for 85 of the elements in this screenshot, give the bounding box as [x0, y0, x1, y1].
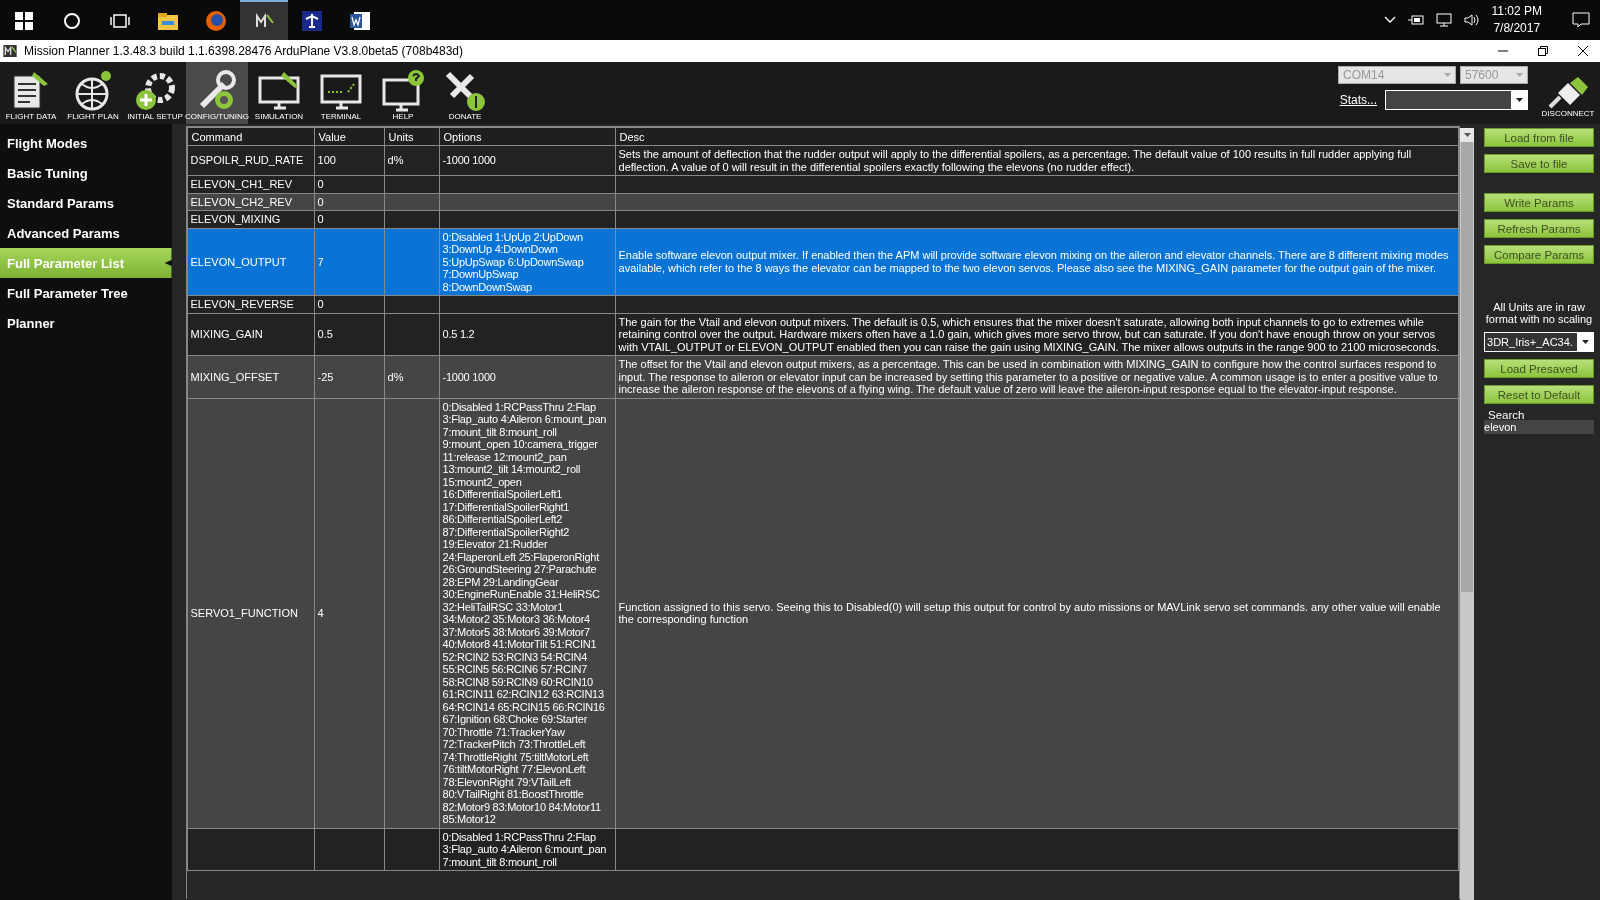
taskbar-app[interactable] — [240, 0, 288, 40]
table-cell: d% — [384, 355, 440, 398]
restore-icon[interactable] — [1538, 46, 1548, 56]
clock-date: 7/8/2017 — [1493, 20, 1541, 37]
toolbar-button[interactable]: HELP — [372, 62, 434, 124]
toolbar-button[interactable]: FLIGHT PLAN — [62, 62, 124, 124]
column-header[interactable]: Desc — [615, 127, 1459, 146]
table-cell: 0.5 1.2 — [439, 313, 616, 356]
panel-button[interactable]: Load from file — [1484, 128, 1594, 147]
sidebar-item[interactable]: Full Parameter Tree — [0, 278, 172, 308]
sidebar-item[interactable]: Basic Tuning — [0, 158, 172, 188]
document-icon — [348, 9, 372, 33]
search-icon[interactable] — [63, 12, 81, 30]
table-cell — [384, 228, 440, 296]
table-cell: SERVO1_FUNCTION — [187, 398, 315, 828]
table-cell: The gain for the Vtail and elevon output mixers. The default is 0.5, which ensures that the mixer doesn't saturate, allowing both input channels to go to extremes while retaining control over the output. Hardware mixers often have a 1.0 gain, which gives more servo throw, but can saturate. If you don't have enough throw on your servos with VTAIL_OUTPUT or ELEVON_OUTPUT enabled then you can raise the gain using MIXING_GAIN. The mixer allows outputs in the range 900 to 2100 microseconds. — [615, 313, 1459, 356]
toolbar-button[interactable]: CONFIG/TUNING — [186, 62, 248, 124]
units-note: All Units are in raw format with no scaling — [1484, 301, 1594, 325]
column-header[interactable]: Value — [314, 127, 385, 146]
table-cell: 0:Disabled 1:UpUp 2:UpDown 3:DownUp 4:DownDown 5:UpUpSwap 6:UpDownSwap 7:DownUpSwap 8:DownDownSwap — [439, 228, 616, 296]
window-title: Mission Planner 1.3.48.3 build 1.1.6398.28476 ArduPlane V3.8.0beta5 (708b483d) — [24, 44, 463, 58]
volume-icon[interactable] — [1463, 13, 1480, 27]
disconnect-button[interactable]: DISCONNECT — [1536, 62, 1600, 124]
table-cell: Enable software elevon output mixer. If enabled then the APM will provide software elevon mixing on the aileron and elevator channels. There are 8 different mixing modes available, which refer to the 8 ways the elevator can be mapped to the two elevon servos. Please also see the MIXING_GAIN parameter for the output gain of the mixer. — [615, 228, 1459, 296]
toolbar-button[interactable]: INITIAL SETUP — [124, 62, 186, 124]
table-cell: -1000 1000 — [439, 355, 616, 398]
toolbar-button[interactable]: TERMINAL — [310, 62, 372, 124]
table-cell: MIXING_GAIN — [187, 313, 315, 356]
table-cell: DSPOILR_RUD_RATE — [187, 145, 315, 176]
column-header[interactable]: Options — [439, 127, 616, 146]
app-logo-icon — [2, 43, 18, 59]
table-cell: 4 — [314, 398, 385, 828]
toolbar-button[interactable]: FLIGHT DATA — [0, 62, 62, 124]
search-label: Search — [1487, 409, 1526, 421]
caret-icon — [1463, 133, 1471, 137]
toolbar-button[interactable]: DONATE — [434, 62, 496, 124]
chevron-icon[interactable] — [1383, 16, 1396, 24]
table-cell: 7 — [314, 228, 385, 296]
panel-button[interactable]: Compare Params — [1484, 245, 1594, 264]
table-cell: d% — [384, 145, 440, 176]
table-cell — [384, 828, 440, 871]
plug-icon — [1546, 75, 1590, 109]
table-cell: Sets the amount of deflection that the rudder output will apply to the differential spoilers, as a percentage. The default value of 100 results in full rudder applying full deflection. A value of 0 will result in the differential spoilers exactly following the elevons (no rudder effect). — [615, 145, 1459, 176]
table-cell: The offset for the Vtail and elevon output mixers, as a percentage. This can be used in combination with MIXING_GAIN to configure how the control surfaces respond to input. The response to aileron or elevator input can be increased by setting this parameter to a positive or negative value. A common usage is to enter a positive value to increase the aileron response of the elevons of a flying wing. The default value of zero will leave the aileron-input response equal to the elevator-input response. — [615, 355, 1459, 398]
table-cell: MIXING_OFFSET — [187, 355, 315, 398]
table-cell: 0:Disabled 1:RCPassThru 2:Flap 3:Flap_auto 4:Aileron 6:mount_pan 7:mount_tilt 8:mount_roll — [439, 828, 616, 871]
table-cell: -25 — [314, 355, 385, 398]
column-header[interactable]: Command — [187, 127, 315, 146]
clock-time: 11:02 PM — [1491, 3, 1542, 20]
caret-icon — [1515, 98, 1523, 102]
table-cell — [384, 313, 440, 356]
scrollbar[interactable] — [1460, 128, 1474, 900]
preset-dropdown[interactable]: 3DR_Iris+_AC34. — [1484, 332, 1594, 352]
search-field[interactable]: elevon — [1484, 420, 1594, 434]
stats-link[interactable]: Stats... — [1339, 93, 1377, 107]
table-cell — [314, 828, 385, 871]
caret-icon — [1516, 73, 1523, 77]
toolbar-button[interactable]: SIMULATION — [248, 62, 310, 124]
panel-button[interactable]: Save to file — [1484, 154, 1594, 173]
battery-icon[interactable] — [1407, 14, 1424, 26]
sidebar-item[interactable]: Standard Params — [0, 188, 172, 218]
panel-button[interactable]: Reset to Default — [1484, 385, 1594, 404]
table-cell: 100 — [314, 145, 385, 176]
sidebar-item[interactable]: Planner — [0, 308, 172, 338]
sidebar-item[interactable]: Flight Modes — [0, 128, 172, 158]
caret-icon — [1444, 73, 1451, 77]
browser-icon — [204, 9, 228, 33]
caret-icon — [1581, 340, 1589, 344]
table-cell: ELEVON_OUTPUT — [187, 228, 315, 296]
link-dropdown[interactable] — [1385, 90, 1528, 110]
column-header[interactable]: Units — [384, 127, 440, 146]
windows-start-icon[interactable] — [15, 12, 33, 30]
panel-button[interactable]: Refresh Params — [1484, 219, 1594, 238]
network-icon[interactable] — [1435, 13, 1452, 27]
table-cell: 0:Disabled 1:RCPassThru 2:Flap 3:Flap_auto 4:Aileron 6:mount_pan 7:mount_tilt 8:mount_roll 9:mount_open 10:camera_trigger 11:release 12:mount2_pan 13:mount2_tilt 14:mount2_roll 15:mount2_open 16:DifferentialSpoilerLeft1 17:DifferentialSpoilerRight1 86:DifferentialSpoilerLeft2 87:DifferentialSpoilerRight2 19:Elevator 21:Rudder 24:FlaperonLeft 25:FlaperonRight 26:GroundSteering 27:Parachute 28:EPM 29:LandingGear 30:EngineRunEnable 31:HeliRSC 32:HeliTailRSC 33:Motor1 34:Motor2 35:Motor3 36:Motor4 37:Motor5 38:Motor6 39:Motor7 40:Motor8 41:MotorTilt 51:RCIN1 52:RCIN2 53:RCIN3 54:RCIN4 55:RCIN5 56:RCIN6 57:RCIN7 58:RCIN8 59:RCIN9 60:RCIN10 61:RCIN11 62:RCIN12 63:RCIN13 64:RCIN14 65:RCIN15 66:RCIN16 67:Ignition 68:Choke 69:Starter 70:Throttle 71:TrackerYaw 72:TrackerPitch 73:ThrottleLeft 74:ThrottleRight 75:tiltMotorLeft 76:tiltMotorRight 77:ElevonLeft 78:ElevonRight 79:VTailLeft 80:VTailRight 81:BoostThrottle 82:Motor9 83:Motor10 84:Motor11 85:Motor12 — [439, 398, 616, 828]
table-cell: -1000 1000 — [439, 145, 616, 176]
table-cell: Function assigned to this servo. Seeing this to Disabled(0) will setup this output for control by auto missions or MAVLink servo set commands. any other value will enable the corresponding function — [615, 398, 1459, 828]
panel-button[interactable]: Write Params — [1484, 193, 1594, 212]
close-icon[interactable] — [1578, 46, 1588, 56]
panel-button[interactable]: Load Presaved — [1484, 359, 1594, 378]
sidebar-item[interactable]: Advanced Params — [0, 218, 172, 248]
notification-icon[interactable] — [1572, 12, 1590, 28]
task-view-icon[interactable] — [110, 13, 130, 29]
help-icon — [380, 68, 426, 112]
table-cell: 0.5 — [314, 313, 385, 356]
